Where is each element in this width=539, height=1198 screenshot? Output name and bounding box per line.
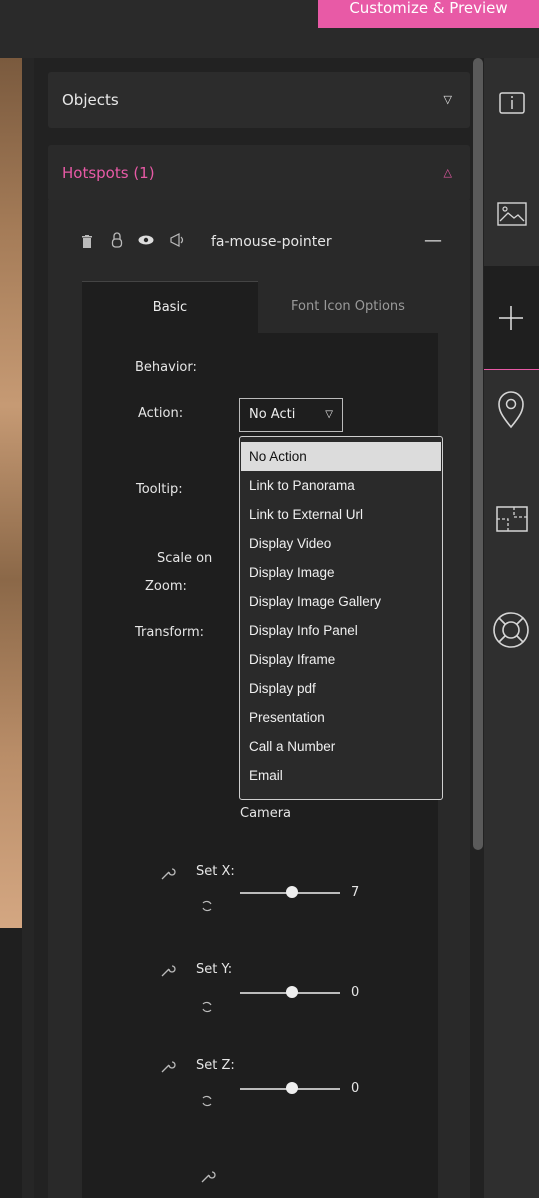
collapse-icon[interactable]: — [424,230,442,251]
chevron-down-icon: ▽ [325,409,333,420]
trash-icon[interactable] [82,235,92,248]
option-no-action[interactable]: No Action [241,442,441,471]
wrench-icon[interactable] [160,865,176,881]
action-select[interactable]: No Acti ▽ [239,398,343,432]
set-y-value: 0 [351,985,360,1000]
action-dropdown-list[interactable]: No Action Link to Panorama Link to Exter… [239,436,443,800]
set-x-slider-knob[interactable] [286,886,298,898]
scale-label: Scale on [157,551,213,566]
chevron-down-icon: ▽ [443,93,452,106]
set-x-value: 7 [351,885,360,900]
plus-icon[interactable] [484,303,539,333]
hotspots-accordion-header[interactable]: Hotspots (1) △ [48,145,470,201]
reset-icon[interactable] [200,1094,214,1108]
tab-font-icon-options[interactable]: Font Icon Options [258,281,438,333]
image-icon[interactable] [484,200,539,228]
option-display-pdf[interactable]: Display pdf [241,674,441,703]
eye-icon[interactable] [138,235,154,245]
location-pin-icon[interactable] [484,390,539,430]
lifebuoy-icon[interactable] [484,610,539,650]
set-y-label: Set Y: [196,962,233,977]
objects-accordion-header[interactable]: Objects ▽ [48,72,470,128]
option-call-a-number[interactable]: Call a Number [241,732,441,761]
behavior-label: Behavior: [135,360,197,375]
hotspots-label: Hotspots (1) [62,164,155,182]
option-display-video[interactable]: Display Video [241,529,441,558]
megaphone-icon[interactable] [170,233,186,247]
option-link-to-panorama[interactable]: Link to Panorama [241,471,441,500]
panorama-preview-strip [0,58,22,928]
wrench-icon[interactable] [160,962,176,978]
action-select-value: No Acti [249,407,296,422]
hotspot-name[interactable]: fa-mouse-pointer [211,234,332,250]
option-display-image-gallery[interactable]: Display Image Gallery [241,587,441,616]
floorplan-icon[interactable] [484,503,539,535]
zoom-label: Zoom: [145,579,187,594]
set-y-slider-knob[interactable] [286,986,298,998]
action-label: Action: [138,406,184,421]
option-presentation[interactable]: Presentation [241,703,441,732]
set-z-label: Set Z: [196,1058,235,1073]
option-display-iframe[interactable]: Display Iframe [241,645,441,674]
option-link-to-external-url[interactable]: Link to External Url [241,500,441,529]
tab-basic[interactable]: Basic [82,281,258,334]
reset-icon[interactable] [200,899,214,913]
objects-label: Objects [62,91,119,109]
wrench-icon[interactable] [160,1058,176,1074]
set-x-label: Set X: [196,864,235,879]
hotspot-row[interactable]: fa-mouse-pointer — [78,228,458,260]
chevron-up-icon: △ [443,166,452,179]
option-email[interactable]: Email [241,761,441,790]
set-z-value: 0 [351,1081,360,1096]
customize-preview-button[interactable]: Customize & Preview [318,0,539,28]
preview-area-bottom [0,928,22,1198]
wrench-icon[interactable] [200,1168,216,1184]
transform-label: Transform: [135,625,205,640]
info-icon[interactable] [484,90,539,116]
set-z-slider-knob[interactable] [286,1082,298,1094]
panel-scrollbar[interactable] [473,58,483,850]
lock-icon[interactable] [111,232,123,248]
option-display-info-panel[interactable]: Display Info Panel [241,616,441,645]
camera-label: Camera [240,806,292,821]
option-display-image[interactable]: Display Image [241,558,441,587]
resize-handle[interactable] [22,58,34,1198]
reset-icon[interactable] [200,1000,214,1014]
tooltip-label: Tooltip: [136,482,183,497]
